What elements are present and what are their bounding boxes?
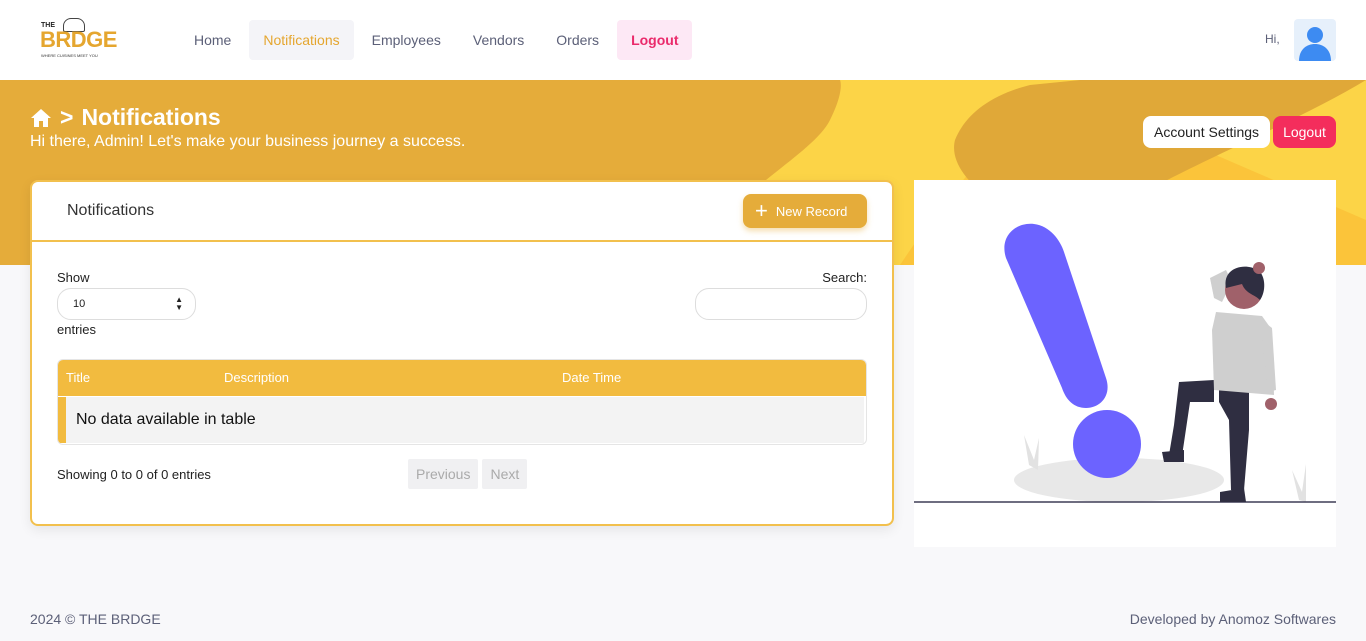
greeting: Hi,: [1265, 32, 1280, 46]
nav-vendors[interactable]: Vendors: [459, 20, 538, 60]
next-button[interactable]: Next: [482, 459, 528, 489]
exclamation-illustration: [914, 223, 1336, 503]
main-nav: Home Notifications Employees Vendors Ord…: [180, 20, 696, 60]
user-icon: [1299, 27, 1331, 61]
notification-illustration: [914, 180, 1336, 547]
page-size-value: 10: [73, 298, 86, 310]
entries-label: entries: [57, 322, 97, 337]
new-record-label: New Record: [775, 203, 848, 219]
page-title: Notifications: [81, 104, 221, 130]
page-size-select[interactable]: 10 ▲ ▼: [57, 288, 196, 320]
column-title[interactable]: Title: [58, 360, 216, 396]
card-title: Notifications: [67, 202, 155, 219]
breadcrumb-separator: >: [60, 104, 74, 130]
nav-logout[interactable]: Logout: [617, 20, 693, 60]
user-avatar[interactable]: [1294, 19, 1336, 61]
footer-copyright: 2024 © THE BRDGE: [30, 611, 161, 627]
table-info: Showing 0 to 0 of 0 entries: [57, 467, 211, 482]
sort-arrows-icon: ▲ ▼: [175, 295, 183, 312]
table-header: Title Description Date Time: [58, 360, 866, 396]
nav-notifications[interactable]: Notifications: [249, 20, 354, 60]
search-label: Search:: [822, 270, 867, 285]
nav-home[interactable]: Home: [180, 20, 245, 60]
search-input[interactable]: [695, 288, 867, 320]
logout-button[interactable]: Logout: [1273, 116, 1336, 148]
footer-developer[interactable]: Developed by Anomoz Softwares: [1130, 611, 1336, 627]
nav-employees[interactable]: Employees: [358, 20, 455, 60]
page-subtitle: Hi there, Admin! Let's make your busines…: [30, 133, 466, 150]
logo-name: BRDGE: [40, 27, 117, 52]
empty-row: No data available in table: [58, 397, 864, 443]
previous-button[interactable]: Previous: [408, 459, 479, 489]
show-label: Show: [57, 270, 90, 285]
nav-orders[interactable]: Orders: [542, 20, 613, 60]
pagination: Previous Next: [408, 459, 528, 489]
logo-tagline: WHERE CUISINES MEET YOU: [41, 53, 98, 58]
top-navbar: THE BRDGE WHERE CUISINES MEET YOU Home N…: [0, 0, 1366, 80]
card-header: Notifications + New Record: [32, 182, 892, 242]
column-description[interactable]: Description: [216, 360, 554, 396]
column-date-time[interactable]: Date Time: [554, 360, 864, 396]
notifications-card: Notifications + New Record Show 10 ▲ ▼ en…: [30, 180, 894, 526]
plus-icon: +: [755, 198, 768, 223]
account-settings-button[interactable]: Account Settings: [1143, 116, 1271, 148]
brand-logo[interactable]: THE BRDGE WHERE CUISINES MEET YOU: [38, 18, 117, 62]
home-icon[interactable]: [30, 108, 52, 128]
notifications-table: Title Description Date Time No data avai…: [57, 359, 867, 445]
breadcrumb: > Notifications: [30, 104, 221, 131]
new-record-button[interactable]: + New Record: [743, 194, 867, 228]
